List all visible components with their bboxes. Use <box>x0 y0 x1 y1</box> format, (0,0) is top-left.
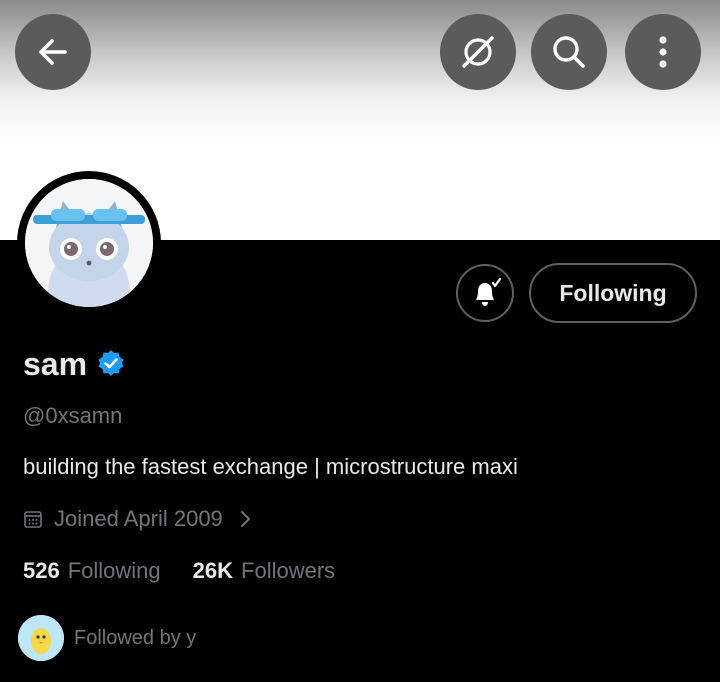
followed-by[interactable]: Followed by y <box>18 615 196 661</box>
following-stat[interactable]: 526 Following <box>23 556 161 586</box>
profile-handle: @0xsamn <box>23 403 123 428</box>
avatar-image <box>25 179 153 307</box>
more-vertical-icon <box>659 36 667 68</box>
profile-name: sam <box>23 346 88 382</box>
following-label: Following <box>67 558 161 583</box>
notifications-button[interactable] <box>456 264 514 322</box>
verified-badge-icon <box>98 350 124 376</box>
more-options-button[interactable] <box>625 14 701 90</box>
chevron-right-icon <box>240 511 250 527</box>
calendar-icon <box>24 511 42 528</box>
following-count: 526 <box>23 558 60 583</box>
arrow-left-icon <box>39 39 67 65</box>
profile-bio: building the fastest exchange | microstr… <box>23 454 518 479</box>
followed-by-text: Followed by y <box>74 626 197 649</box>
followers-label: Followers <box>241 558 336 583</box>
joined-date[interactable]: Joined April 2009 <box>23 504 251 534</box>
profile-stats: 526 Following 26K Followers <box>23 556 335 586</box>
search-button[interactable] <box>531 14 607 90</box>
followers-count: 26K <box>192 558 234 583</box>
follower-avatar <box>18 615 64 661</box>
back-button[interactable] <box>15 14 91 90</box>
joined-date-label: Joined April 2009 <box>54 506 223 531</box>
search-icon <box>553 36 585 68</box>
following-button[interactable]: Following <box>529 263 697 323</box>
bell-check-icon <box>476 277 502 306</box>
followers-stat[interactable]: 26K Followers <box>193 556 336 586</box>
profile-avatar[interactable] <box>17 171 161 315</box>
grok-button[interactable] <box>440 14 516 90</box>
grok-icon <box>462 36 494 68</box>
